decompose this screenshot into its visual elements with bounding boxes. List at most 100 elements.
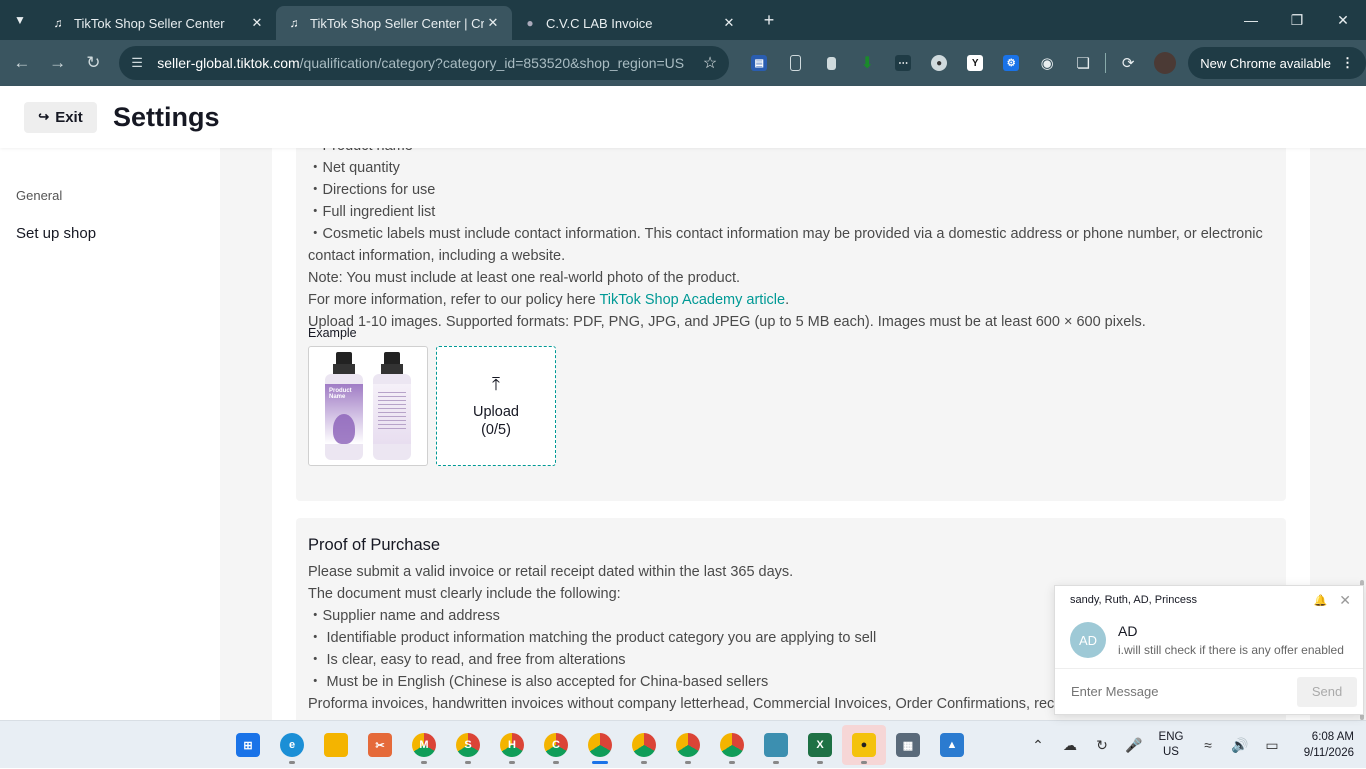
message-input[interactable] [1071,684,1297,699]
chrome-icon [720,733,744,757]
chat-popup: sandy, Ruth, AD, Princess 🔔 ✕ AD AD i.wi… [1054,585,1364,715]
dots-extension-icon[interactable]: ⋯ [885,48,921,78]
phone-extension-icon[interactable] [777,48,813,78]
update-label: New Chrome available [1200,55,1331,71]
upload-count: (0/5) [481,421,511,438]
back-icon[interactable]: ← [4,45,40,81]
chat-app[interactable]: ● [842,725,886,765]
url-text[interactable]: seller-global.tiktok.com/qualification/c… [157,55,703,71]
start-button[interactable]: ⊞ [226,725,270,765]
tab-title: TikTok Shop Seller Center [74,15,225,31]
volume-icon[interactable]: 🔊 [1224,737,1256,754]
policy-line: For more information, refer to our polic… [308,289,1278,311]
excel-app[interactable]: X [798,725,842,765]
chat-conversation-item[interactable]: AD AD i.will still check if there is any… [1055,614,1363,666]
example-label: Example [308,326,357,340]
app-header: ↪ Exit Settings [0,86,1366,148]
language-indicator[interactable]: ENG US [1150,730,1192,760]
clipboard-extension-icon[interactable] [813,48,849,78]
chrome-profile-app[interactable]: S [446,725,490,765]
chrome-profile-app[interactable]: H [490,725,534,765]
close-tab-icon[interactable]: ✕ [484,15,502,31]
chrome-active-app[interactable] [578,725,622,765]
forward-icon[interactable]: → [40,45,76,81]
puzzle-extension-icon[interactable]: ❏ [1065,48,1101,78]
close-tab-icon[interactable]: ✕ [720,15,738,31]
globe-extension-icon[interactable]: ◉ [1029,48,1065,78]
gear-extension-icon[interactable]: ⚙ [993,48,1029,78]
academy-article-link[interactable]: TikTok Shop Academy article [599,292,785,308]
chrome-profile-app[interactable]: C [534,725,578,765]
sync-icon[interactable]: ↻ [1086,737,1118,754]
clock[interactable]: 6:08 AM 9/11/2026 [1288,729,1366,761]
policy-suffix: . [785,292,790,308]
tab-search-dropdown-icon[interactable]: ▼ [0,0,40,40]
calculator-icon: ▦ [896,733,920,757]
chrome-update-button[interactable]: New Chrome available ⋮ [1188,47,1366,79]
browser-tab-2[interactable]: ♫ TikTok Shop Seller Center | Cros ✕ [276,6,512,40]
site-info-icon[interactable]: ☰ [131,55,153,71]
y-extension-icon[interactable]: Y [957,48,993,78]
chrome-profile-app[interactable] [666,725,710,765]
chrome-profile-app[interactable]: M [402,725,446,765]
chat-composer: Send [1055,668,1363,714]
browser-tab-3[interactable]: ● C.V.C LAB Invoice ✕ [512,6,748,40]
bottle-front-image: Product Name [323,352,365,460]
scissors-icon: ✂ [368,733,392,757]
new-tab-icon[interactable]: + [754,5,784,35]
excel-icon: X [808,733,832,757]
photos-app[interactable]: ▲ [930,725,974,765]
last-message: i.will still check if there is any offer… [1118,643,1344,657]
snipping-app[interactable]: ✂ [358,725,402,765]
chat-header: sandy, Ruth, AD, Princess 🔔 ✕ [1055,586,1363,614]
profile-avatar[interactable] [1154,52,1177,74]
chrome-icon [588,733,612,757]
globe-icon: ● [526,16,534,30]
example-product-image[interactable]: Product Name [308,346,428,466]
send-button[interactable]: Send [1297,676,1357,707]
url-host: seller-global.tiktok.com [157,55,300,71]
toolbar-divider [1105,53,1107,73]
calculator-app[interactable]: ▦ [886,725,930,765]
chat-bubble-icon: ● [852,733,876,757]
bookmark-star-icon[interactable]: ☆ [703,53,717,73]
exit-button[interactable]: ↪ Exit [24,101,97,133]
file-explorer-app[interactable] [314,725,358,765]
notification-bell-icon[interactable]: 🔔 [1314,594,1328,607]
purchase-line: Please submit a valid invoice or retail … [308,564,794,580]
conversation-name: AD [1118,623,1138,639]
remote-desktop-app[interactable] [754,725,798,765]
taskbar-apps: ⊞ e ✂ M S H C X ● ▦ ▲ [226,725,974,765]
magnifier-extension-icon[interactable]: ● [921,48,957,78]
date: 9/11/2026 [1303,747,1354,759]
address-bar[interactable]: ☰ seller-global.tiktok.com/qualification… [119,46,730,80]
chrome-profile-app[interactable] [710,725,754,765]
upload-button[interactable]: ⤒ Upload (0/5) [436,346,556,466]
performance-icon[interactable]: ⟳ [1110,48,1146,78]
chrome-profile-app[interactable] [622,725,666,765]
more-menu-icon[interactable]: ⋮ [1341,55,1354,71]
close-icon[interactable]: ✕ [1339,592,1351,609]
chevron-up-icon[interactable]: ⌃ [1022,737,1054,754]
close-window-icon[interactable]: ✕ [1320,0,1366,40]
close-tab-icon[interactable]: ✕ [248,15,266,31]
maximize-icon[interactable]: ❐ [1274,0,1320,40]
sidebar-item-set-up-shop[interactable]: Set up shop [16,225,96,242]
cloud-offline-icon[interactable]: ☁ [1054,737,1086,754]
battery-icon[interactable]: ▭ [1256,737,1288,754]
wifi-icon[interactable]: ≈ [1192,737,1224,753]
sidebar: General Set up shop [0,148,220,720]
browser-toolbar: ← → ↻ ☰ seller-global.tiktok.com/qualifi… [0,40,1366,86]
upload-rules-line: Upload 1-10 images. Supported formats: P… [308,314,1146,330]
labeling-requirements-card: ・Product name ・Net quantity ・Directions … [296,148,1286,501]
microphone-icon[interactable]: 🎤 [1118,737,1150,754]
browser-tab-1[interactable]: ♫ TikTok Shop Seller Center ✕ [40,6,276,40]
reload-icon[interactable]: ↻ [76,45,112,81]
language-code: ENG [1158,731,1184,743]
chart-extension-icon[interactable]: ▤ [741,48,777,78]
minimize-icon[interactable]: — [1228,0,1274,40]
extensions-row: ▤ ⬇ ⋯ ● Y ⚙ ◉ ❏ ⟳ New Chrome available ⋮ [741,47,1366,79]
edge-app[interactable]: e [270,725,314,765]
download-extension-icon[interactable]: ⬇ [849,48,885,78]
chrome-icon: S [456,733,480,757]
